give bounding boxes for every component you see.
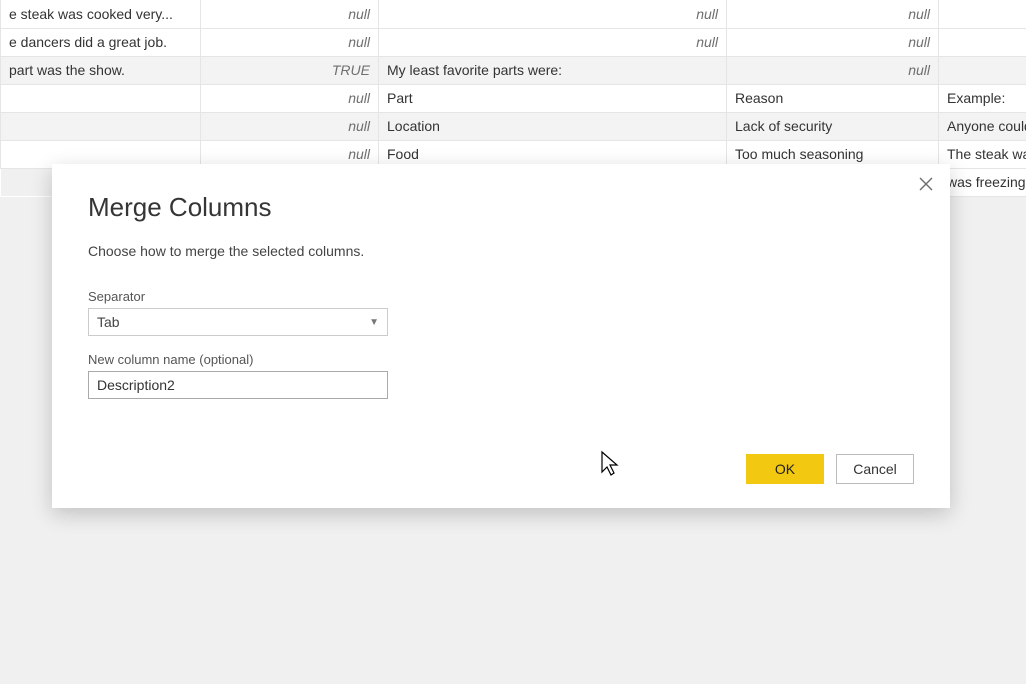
dialog-title: Merge Columns bbox=[88, 192, 914, 223]
grid-cell[interactable]: null bbox=[201, 0, 379, 28]
close-button[interactable] bbox=[914, 172, 938, 196]
grid-cell[interactable]: null bbox=[727, 56, 939, 84]
grid-cell[interactable]: null bbox=[201, 28, 379, 56]
grid-cell[interactable]: null bbox=[727, 28, 939, 56]
close-icon bbox=[919, 177, 933, 191]
grid-cell[interactable]: Reason bbox=[727, 84, 939, 112]
grid-cell[interactable]: null bbox=[939, 28, 1026, 56]
cancel-button[interactable]: Cancel bbox=[836, 454, 914, 484]
grid-cell[interactable]: null bbox=[201, 84, 379, 112]
table-row[interactable]: part was the show. TRUE My least favorit… bbox=[1, 56, 1026, 84]
dialog-buttons: OK Cancel bbox=[746, 454, 914, 484]
separator-selected-value: Tab bbox=[97, 314, 120, 330]
newcolumn-label: New column name (optional) bbox=[88, 352, 914, 367]
table-row[interactable]: null Part Reason Example: bbox=[1, 84, 1026, 112]
ok-button[interactable]: OK bbox=[746, 454, 824, 484]
grid-cell[interactable]: null bbox=[939, 56, 1026, 84]
table-row[interactable]: null Location Lack of security Anyone co… bbox=[1, 112, 1026, 140]
newcolumn-input[interactable] bbox=[88, 371, 388, 399]
grid-cell[interactable]: e steak was cooked very... bbox=[1, 0, 201, 28]
merge-columns-dialog: Merge Columns Choose how to merge the se… bbox=[52, 164, 950, 508]
grid-cell[interactable]: Example: bbox=[939, 84, 1026, 112]
table-row[interactable]: e steak was cooked very... null null nul… bbox=[1, 0, 1026, 28]
grid-cell[interactable] bbox=[1, 84, 201, 112]
separator-select[interactable]: Tab ▼ bbox=[88, 308, 388, 336]
table-row[interactable]: e dancers did a great job. null null nul… bbox=[1, 28, 1026, 56]
grid-cell[interactable]: null bbox=[727, 0, 939, 28]
grid-cell[interactable]: null bbox=[379, 28, 727, 56]
chevron-down-icon: ▼ bbox=[369, 317, 379, 328]
grid-cell[interactable]: Location bbox=[379, 112, 727, 140]
grid-cell[interactable]: e dancers did a great job. bbox=[1, 28, 201, 56]
grid-cell[interactable]: null bbox=[379, 0, 727, 28]
grid-cell[interactable]: null bbox=[201, 112, 379, 140]
separator-label: Separator bbox=[88, 289, 914, 304]
grid-cell[interactable]: was freezing bbox=[939, 168, 1026, 196]
grid-cell[interactable]: Part bbox=[379, 84, 727, 112]
grid-cell[interactable]: The steak wa bbox=[939, 140, 1026, 168]
grid-cell[interactable] bbox=[1, 112, 201, 140]
grid-cell[interactable]: part was the show. bbox=[1, 56, 201, 84]
grid-cell[interactable]: My least favorite parts were: bbox=[379, 56, 727, 84]
grid-cell[interactable]: TRUE bbox=[201, 56, 379, 84]
grid-cell[interactable]: Anyone could bbox=[939, 112, 1026, 140]
grid-cell[interactable]: Lack of security bbox=[727, 112, 939, 140]
grid-cell[interactable]: null bbox=[939, 0, 1026, 28]
dialog-instruction: Choose how to merge the selected columns… bbox=[88, 243, 914, 259]
